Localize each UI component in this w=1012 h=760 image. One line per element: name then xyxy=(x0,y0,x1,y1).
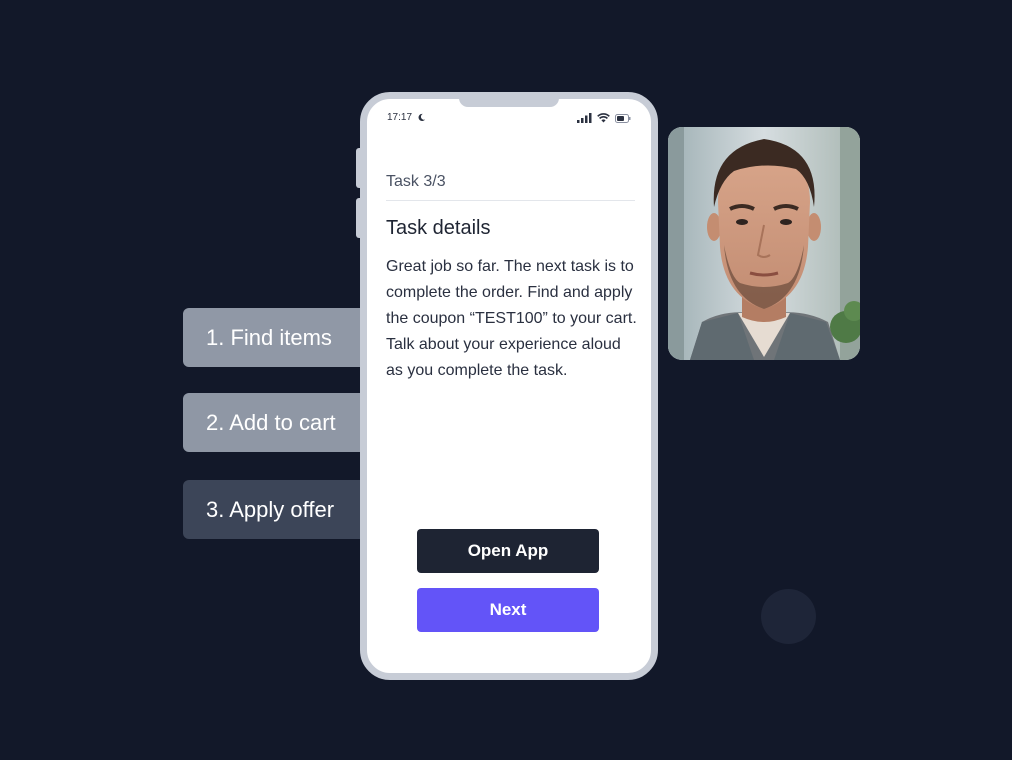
task-description: Great job so far. The next task is to co… xyxy=(386,258,637,379)
signal-icon xyxy=(577,113,592,123)
task-counter: Task 3/3 xyxy=(386,173,446,190)
participant-video xyxy=(668,127,860,360)
status-icons xyxy=(577,113,631,123)
open-app-button[interactable]: Open App xyxy=(417,529,599,573)
battery-icon xyxy=(615,113,631,123)
divider xyxy=(386,200,635,201)
status-bar: 17:17 xyxy=(367,112,651,128)
phone-notch xyxy=(459,99,559,107)
moon-icon xyxy=(418,113,426,122)
status-time-group: 17:17 xyxy=(387,112,426,123)
task-title: Task details xyxy=(386,217,491,239)
phone-mockup: 17:17 Task 3/3 Task details Great job so… xyxy=(360,92,658,680)
step-label: 2. Add to cart xyxy=(206,410,336,435)
wifi-icon xyxy=(597,113,610,123)
step-label: 1. Find items xyxy=(206,325,332,350)
step-label: 3. Apply offer xyxy=(206,497,335,522)
participant-portrait xyxy=(668,127,860,360)
decorative-circle xyxy=(761,589,816,644)
next-button[interactable]: Next xyxy=(417,588,599,632)
status-time: 17:17 xyxy=(387,112,413,123)
